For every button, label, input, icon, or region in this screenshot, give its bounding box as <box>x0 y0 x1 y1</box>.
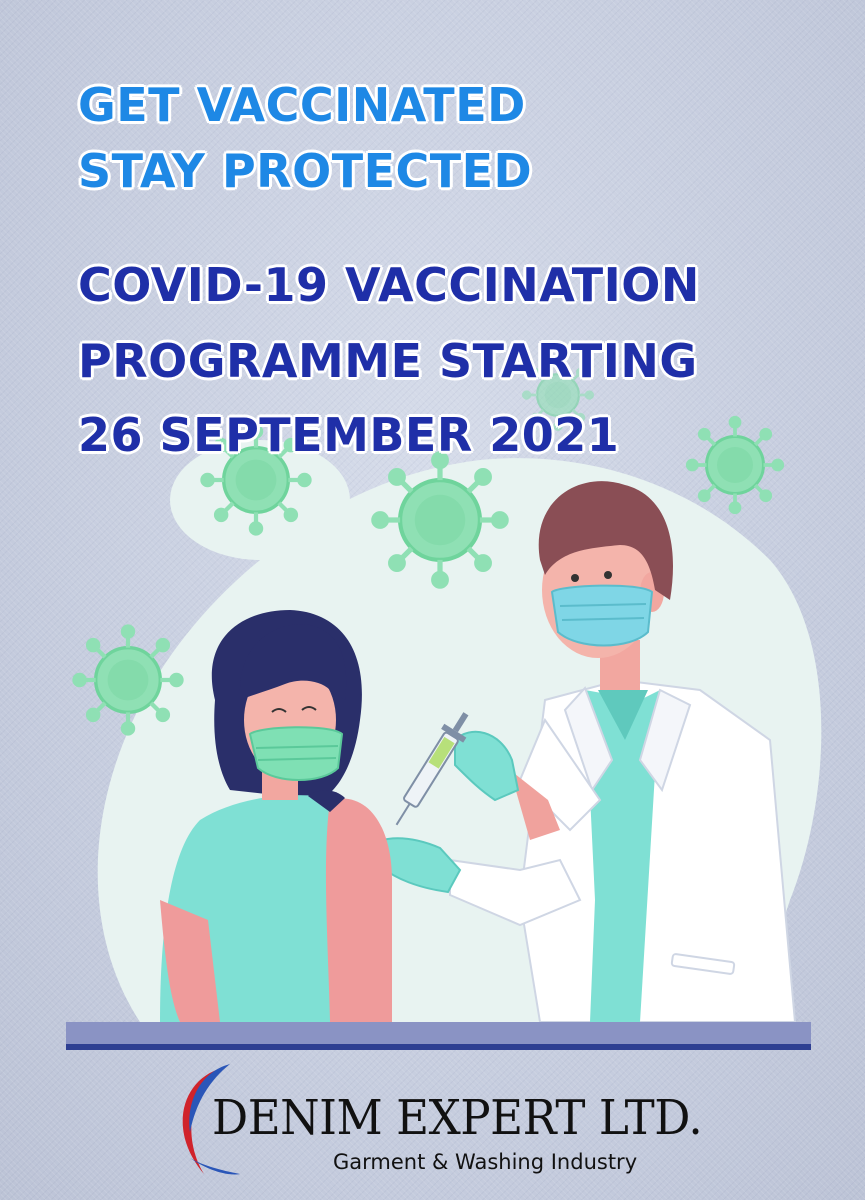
virus-icon <box>685 415 785 515</box>
base-bar <box>66 1022 811 1050</box>
brand-logo: DENIM EXPERT LTD. Garment & Washing Indu… <box>170 1062 703 1182</box>
headline-line-3: COVID-19 VACCINATION <box>78 258 700 312</box>
headline-line-5: 26 SEPTEMBER 2021 <box>78 408 620 462</box>
headline-line-2: STAY PROTECTED <box>78 144 533 198</box>
virus-icon <box>374 454 506 586</box>
brand-name: DENIM EXPERT LTD. <box>212 1090 703 1146</box>
brand-tagline: Garment & Washing Industry <box>333 1150 638 1174</box>
virus-icon <box>74 626 181 733</box>
headline-line-1: GET VACCINATED <box>78 78 526 132</box>
headline-line-4: PROGRAMME STARTING <box>78 334 698 388</box>
